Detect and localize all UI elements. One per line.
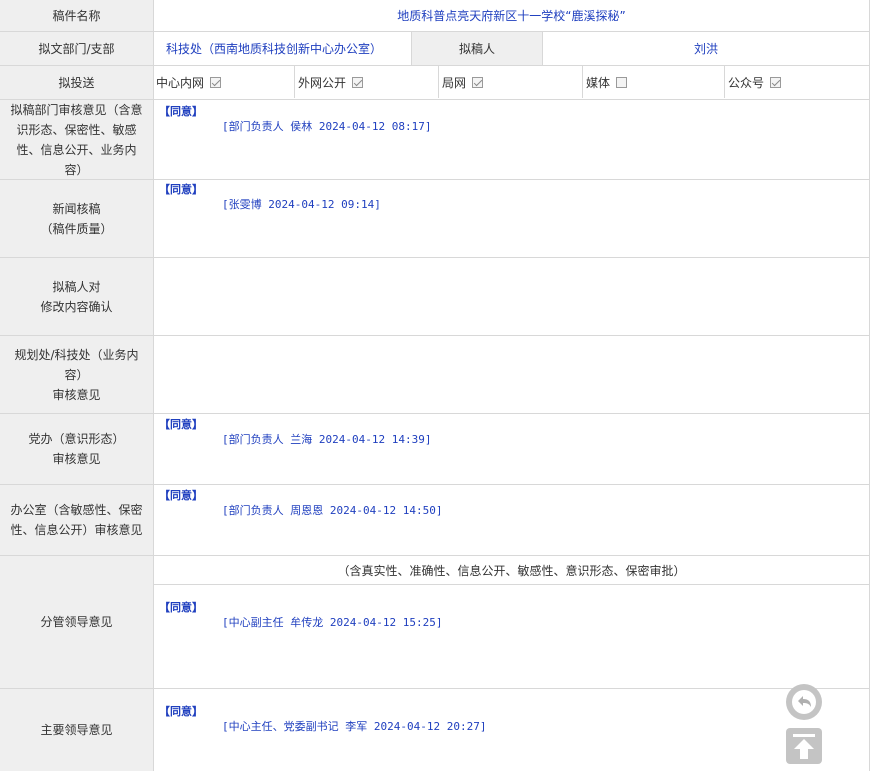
department-value: 科技处（西南地质科技创新中心办公室） <box>166 42 383 56</box>
dept-review-cell: 【同意】 [部门负责人 侯林 2024-04-12 08:17] <box>153 100 870 180</box>
signature: [部门负责人 周恩恩 2024-04-12 14:50] <box>222 504 443 517</box>
leader-review-cell: 【同意】 [中心副主任 牟传龙 2024-04-12 15:25] <box>153 585 870 689</box>
news-review-label: 新闻核稿 （稿件质量） <box>0 180 153 258</box>
dept-review-label: 拟稿部门审核意见（含意 识形态、保密性、敏感 性、信息公开、业务内 容） <box>0 100 153 180</box>
signature: [张雯博 2024-04-12 09:14] <box>222 198 381 211</box>
checkbox-checked[interactable] <box>210 76 222 88</box>
option-label: 中心内网 <box>156 75 205 90</box>
send-option-wechat[interactable]: 公众号 <box>728 66 782 98</box>
label-line: 容） <box>64 367 89 382</box>
leader-review-label: 分管领导意见 <box>0 556 153 689</box>
agree-mark: 【同意】 <box>159 183 203 196</box>
label-line: 办公室（含敏感性、保密 <box>10 503 143 517</box>
signature: [部门负责人 兰海 2024-04-12 14:39] <box>222 433 432 446</box>
option-label: 外网公开 <box>298 75 347 90</box>
main-leader-review-label: 主要领导意见 <box>0 689 153 771</box>
planning-review-label: 规划处/科技处（业务内 容） 审核意见 <box>0 336 153 414</box>
send-label: 拟投送 <box>0 66 153 100</box>
agree-mark: 【同意】 <box>159 418 203 431</box>
agree-mark: 【同意】 <box>159 601 203 614</box>
title-cell: 地质科普点亮天府新区十一学校“鹿溪探秘” <box>153 0 870 32</box>
send-option-bureau[interactable]: 局网 <box>442 66 484 98</box>
label-line: 性、信息公开）审核意见 <box>10 523 143 537</box>
label-line: 党办（意识形态） <box>28 432 125 446</box>
planning-review-cell <box>153 336 870 414</box>
party-review-cell: 【同意】 [部门负责人 兰海 2024-04-12 14:39] <box>153 414 870 485</box>
drafter-confirm-cell <box>153 258 870 336</box>
manuscript-review-form: 稿件名称 地质科普点亮天府新区十一学校“鹿溪探秘” 拟文部门/支部 科技处（西南… <box>0 0 872 771</box>
label-line: 审核意见 <box>52 387 101 402</box>
label-line: 规划处/科技处（业务内 <box>14 347 139 362</box>
send-option-media[interactable]: 媒体 <box>586 66 628 98</box>
department-cell: 科技处（西南地质科技创新中心办公室） <box>153 32 411 66</box>
news-review-cell: 【同意】 [张雯博 2024-04-12 09:14] <box>153 180 870 258</box>
leader-review-note-cell: （含真实性、准确性、信息公开、敏感性、意识形态、保密审批） <box>153 556 870 585</box>
reply-button[interactable] <box>786 684 822 720</box>
option-label: 局网 <box>442 75 467 90</box>
label-line: 审核意见 <box>52 452 101 466</box>
checkbox-unchecked[interactable] <box>616 76 628 88</box>
label-line: 新闻核稿 <box>52 201 101 216</box>
send-cell: 中心内网 外网公开 局网 媒体 公众号 <box>153 66 870 100</box>
back-to-top-button[interactable] <box>786 728 822 764</box>
label-line: 拟稿部门审核意见（含意 <box>10 102 143 117</box>
drafter-value: 刘洪 <box>693 42 718 56</box>
office-review-cell: 【同意】 [部门负责人 周恩恩 2024-04-12 14:50] <box>153 485 870 556</box>
agree-mark: 【同意】 <box>159 105 203 118</box>
agree-mark: 【同意】 <box>159 705 203 718</box>
leader-review-note: （含真实性、准确性、信息公开、敏感性、意识形态、保密审批） <box>337 563 686 578</box>
checkbox-checked[interactable] <box>352 76 364 88</box>
back-to-top-icon <box>793 734 815 759</box>
label-line: 性、信息公开、业务内 <box>16 142 137 157</box>
title-label: 稿件名称 <box>0 0 153 32</box>
signature: [中心主任、党委副书记 李军 2024-04-12 20:27] <box>222 720 487 733</box>
send-option-intranet[interactable]: 中心内网 <box>156 66 222 98</box>
main-leader-review-cell: 【同意】 [中心主任、党委副书记 李军 2024-04-12 20:27] <box>153 689 870 771</box>
checkbox-checked[interactable] <box>770 76 782 88</box>
label-line: 容） <box>64 162 89 177</box>
signature: [部门负责人 侯林 2024-04-12 08:17] <box>222 120 432 133</box>
drafter-cell: 刘洪 <box>542 32 870 66</box>
label-line: 修改内容确认 <box>40 299 113 314</box>
checkbox-checked[interactable] <box>472 76 484 88</box>
party-review-label: 党办（意识形态） 审核意见 <box>0 414 153 485</box>
agree-mark: 【同意】 <box>159 489 203 502</box>
drafter-confirm-label: 拟稿人对 修改内容确认 <box>0 258 153 336</box>
option-label: 公众号 <box>728 75 765 90</box>
label-line: 拟稿人对 <box>52 279 101 294</box>
label-line: 识形态、保密性、敏感 <box>16 122 137 137</box>
reply-arrow-icon <box>792 690 816 714</box>
option-label: 媒体 <box>586 75 611 90</box>
signature: [中心副主任 牟传龙 2024-04-12 15:25] <box>222 616 443 629</box>
send-option-public[interactable]: 外网公开 <box>298 66 364 98</box>
department-label: 拟文部门/支部 <box>0 32 153 66</box>
office-review-label: 办公室（含敏感性、保密 性、信息公开）审核意见 <box>0 485 153 556</box>
drafter-label: 拟稿人 <box>411 32 542 66</box>
manuscript-title[interactable]: 地质科普点亮天府新区十一学校“鹿溪探秘” <box>154 0 869 31</box>
label-line: （稿件质量） <box>40 221 113 236</box>
